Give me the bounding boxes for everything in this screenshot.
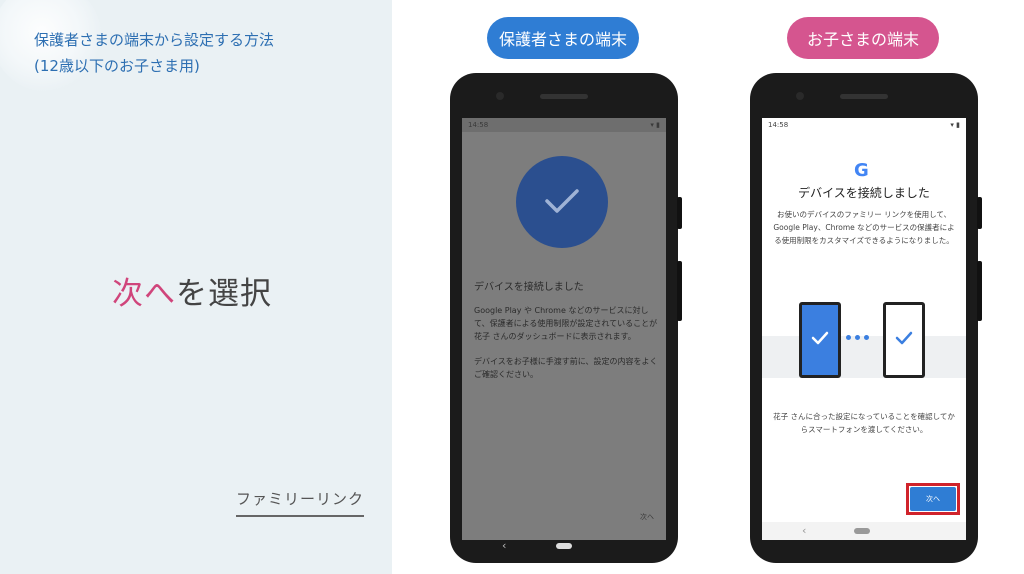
next-button[interactable]: 次へ — [910, 487, 956, 511]
status-bar: 14:58 ▾ ▮ — [462, 118, 666, 132]
status-time: 14:58 — [768, 121, 789, 129]
status-icons: ▾ ▮ — [950, 121, 960, 129]
instruction-title-line2: (12歳以下のお子さま用) — [34, 57, 200, 75]
status-icons: ▾ ▮ — [650, 121, 660, 129]
connected-title: デバイスを接続しました — [798, 186, 930, 200]
success-check-icon — [516, 156, 608, 248]
speaker-grille — [840, 94, 888, 99]
next-link[interactable]: 次へ — [640, 512, 654, 522]
parent-device-label: 保護者さまの端末 — [487, 17, 639, 59]
back-arrow-icon[interactable]: ‹ — [502, 539, 506, 552]
camera-icon — [496, 92, 504, 100]
step-headline-rest: を選択 — [176, 276, 272, 312]
status-bar: 14:58 ▾ ▮ — [762, 118, 966, 132]
parent-phone: 14:58 ▾ ▮ デバイスを接続しました Google Play や Chro… — [450, 73, 682, 563]
child-screen: 14:58 ▾ ▮ G デバイスを接続しました お使いのデバイスのファミリー リ… — [762, 118, 966, 540]
nav-bar: ‹ — [762, 522, 966, 540]
home-icon[interactable] — [854, 528, 870, 534]
volume-button — [977, 197, 982, 229]
nav-bar: ‹ — [450, 539, 678, 559]
google-logo-icon: G — [854, 160, 869, 181]
child-device-label: お子さまの端末 — [787, 17, 939, 59]
handover-note: 花子 さんに合った設定になっていることを確認してからスマートフォンを渡してくださ… — [773, 412, 955, 434]
volume-button — [677, 197, 682, 229]
illustration-band — [762, 336, 966, 378]
speaker-grille — [540, 94, 588, 99]
instruction-title-line1: 保護者さまの端末から設定する方法 — [34, 31, 275, 49]
power-button — [977, 261, 982, 321]
connected-body: Google Play や Chrome などのサービスに対して、保護者による使… — [474, 304, 660, 393]
step-headline: 次へを選択 — [112, 268, 272, 313]
status-time: 14:58 — [468, 121, 489, 129]
back-arrow-icon[interactable]: ‹ — [802, 524, 806, 537]
child-phone: 14:58 ▾ ▮ G デバイスを接続しました お使いのデバイスのファミリー リ… — [750, 73, 982, 563]
instruction-title: 保護者さまの端末から設定する方法 (12歳以下のお子さま用) — [34, 27, 274, 79]
connected-body-para1: Google Play や Chrome などのサービスに対して、保護者による使… — [474, 306, 658, 341]
home-icon[interactable] — [556, 543, 572, 549]
connected-body-para2: デバイスをお子様に手渡す前に、設定の内容をよくご確認ください。 — [474, 357, 658, 379]
step-headline-accent: 次へ — [112, 276, 176, 312]
power-button — [677, 261, 682, 321]
parent-screen: 14:58 ▾ ▮ デバイスを接続しました Google Play や Chro… — [462, 118, 666, 540]
child-device-illustration-icon — [883, 302, 925, 378]
connection-dots-icon — [846, 335, 869, 340]
camera-icon — [796, 92, 804, 100]
connected-title: デバイスを接続しました — [474, 282, 584, 293]
connected-body: お使いのデバイスのファミリー リンクを使用して、Google Play、Chro… — [773, 210, 955, 245]
family-link-label[interactable]: ファミリーリンク — [236, 488, 365, 517]
parent-device-illustration-icon — [799, 302, 841, 378]
instruction-panel: 保護者さまの端末から設定する方法 (12歳以下のお子さま用) 次へを選択 ファミ… — [0, 0, 392, 574]
